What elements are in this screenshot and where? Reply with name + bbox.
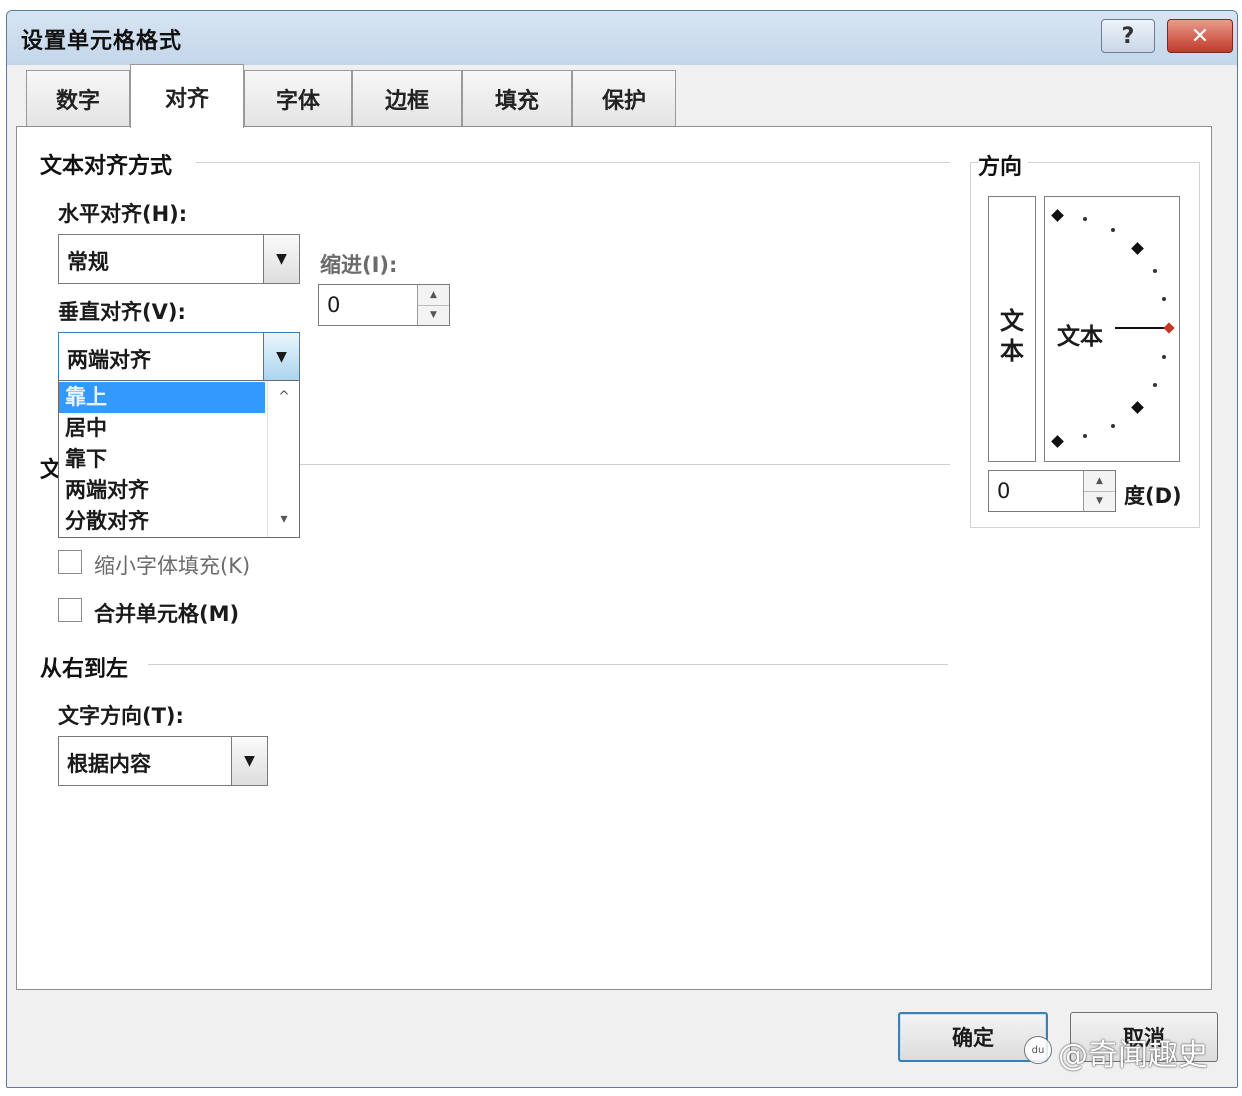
- spin-down-icon[interactable]: ▼: [1084, 492, 1115, 512]
- scroll-down-icon[interactable]: ▾: [268, 511, 300, 527]
- tick-dot: [1111, 424, 1115, 428]
- vertical-text-char: 本: [1000, 337, 1024, 365]
- orientation-dial[interactable]: 文本: [1044, 196, 1180, 462]
- dropdown-option[interactable]: 两端对齐: [59, 475, 265, 506]
- angle-marker: [1131, 401, 1144, 414]
- tab-protection[interactable]: 保护: [572, 70, 676, 126]
- vertical-align-dropdown-list: 靠上 居中 靠下 两端对齐 分散对齐 ^ ▾: [58, 380, 300, 538]
- dialog-title: 设置单元格格式: [21, 29, 183, 54]
- tick-dot: [1083, 217, 1087, 221]
- vertical-align-label: 垂直对齐(V):: [58, 300, 186, 324]
- text-direction-value: 根据内容: [67, 752, 151, 776]
- spin-up-icon[interactable]: ▲: [1084, 471, 1115, 492]
- vertical-align-value: 两端对齐: [67, 348, 151, 372]
- title-bar[interactable]: 设置单元格格式 ? ✕: [7, 11, 1237, 65]
- spinner-arrows[interactable]: ▲ ▼: [1083, 471, 1115, 511]
- group-divider: [196, 162, 950, 163]
- degrees-spinner[interactable]: 0 ▲ ▼: [988, 470, 1116, 512]
- chevron-down-icon[interactable]: ▼: [263, 235, 299, 283]
- paw-logo-icon: du: [1024, 1036, 1052, 1064]
- vertical-text-toggle[interactable]: 文 本: [988, 196, 1036, 462]
- text-direction-select[interactable]: 根据内容 ▼: [58, 736, 268, 786]
- dropdown-option[interactable]: 分散对齐: [59, 506, 265, 537]
- rtl-group-title: 从右到左: [40, 651, 135, 683]
- angle-marker: [1051, 435, 1064, 448]
- text-alignment-group-title: 文本对齐方式: [40, 148, 179, 180]
- indent-spinner[interactable]: 0 ▲ ▼: [318, 284, 450, 326]
- dropdown-option[interactable]: 居中: [59, 413, 265, 444]
- vertical-align-select[interactable]: 两端对齐 ▼: [58, 332, 300, 382]
- tick-dot: [1111, 228, 1115, 232]
- tab-fill[interactable]: 填充: [462, 70, 572, 126]
- angle-handle[interactable]: [1163, 322, 1175, 334]
- chevron-down-icon[interactable]: ▼: [263, 333, 299, 381]
- degrees-value: 0: [997, 479, 1011, 503]
- dial-text: 文本: [1057, 324, 1103, 350]
- horizontal-align-select[interactable]: 常规 ▼: [58, 234, 300, 284]
- watermark-text: @奇闻趣史: [1058, 1038, 1208, 1073]
- close-button[interactable]: ✕: [1167, 19, 1233, 53]
- dropdown-scrollbar[interactable]: ^ ▾: [267, 381, 299, 537]
- tab-alignment[interactable]: 对齐: [130, 64, 244, 128]
- tick-dot: [1153, 383, 1157, 387]
- angle-marker: [1051, 209, 1064, 222]
- horizontal-align-value: 常规: [67, 250, 109, 274]
- help-button[interactable]: ?: [1101, 19, 1155, 53]
- spinner-arrows[interactable]: ▲ ▼: [417, 285, 449, 325]
- text-direction-label: 文字方向(T):: [58, 704, 184, 728]
- tab-number[interactable]: 数字: [26, 70, 130, 126]
- tab-font[interactable]: 字体: [244, 70, 352, 126]
- tick-dot: [1162, 355, 1166, 359]
- group-divider: [148, 664, 948, 665]
- dropdown-option[interactable]: 靠上: [59, 382, 265, 413]
- spin-up-icon[interactable]: ▲: [418, 285, 449, 306]
- tick-dot: [1153, 269, 1157, 273]
- spin-down-icon[interactable]: ▼: [418, 306, 449, 326]
- horizontal-align-label: 水平对齐(H):: [58, 202, 188, 226]
- merge-cells-checkbox[interactable]: [58, 598, 82, 622]
- chevron-down-icon[interactable]: ▼: [231, 737, 267, 785]
- orientation-group-title: 方向: [978, 149, 1029, 181]
- merge-cells-label: 合并单元格(M): [94, 602, 240, 626]
- tick-dot: [1162, 297, 1166, 301]
- indent-label: 缩进(I):: [320, 253, 398, 277]
- shrink-to-fit-checkbox[interactable]: [58, 550, 82, 574]
- indent-value: 0: [327, 293, 341, 317]
- shrink-to-fit-label: 缩小字体填充(K): [94, 554, 251, 578]
- tick-dot: [1083, 434, 1087, 438]
- dropdown-option[interactable]: 靠下: [59, 444, 265, 475]
- scroll-up-icon[interactable]: ^: [268, 389, 300, 405]
- tab-border[interactable]: 边框: [352, 70, 462, 126]
- degrees-label: 度(D): [1124, 484, 1182, 508]
- angle-marker: [1131, 242, 1144, 255]
- group-divider: [300, 464, 950, 465]
